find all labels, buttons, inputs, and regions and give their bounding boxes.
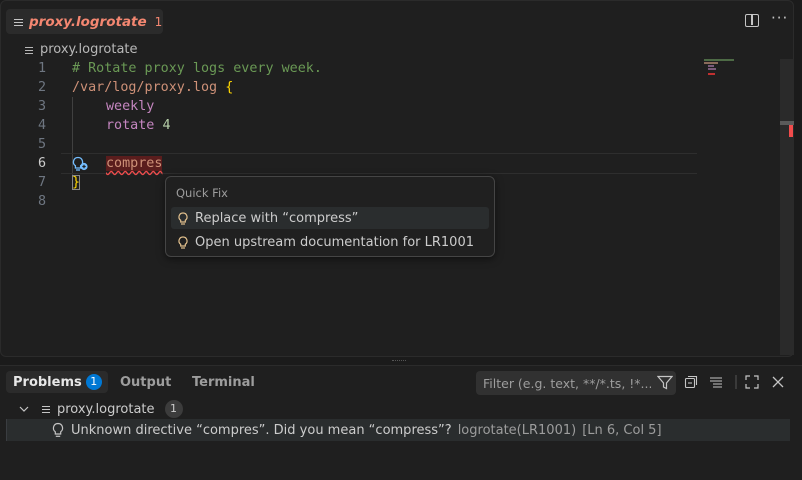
line-number: 8	[37, 194, 46, 209]
panel-divider	[735, 375, 737, 389]
line-number: 1	[37, 61, 46, 76]
problem-location: [Ln 6, Col 5]	[582, 422, 662, 438]
problems-badge: 1	[85, 374, 102, 390]
scrollbar-error-marker	[789, 125, 793, 137]
file-lines-icon	[14, 17, 23, 27]
code-line[interactable]: 2 /var/log/proxy.log {	[1, 78, 701, 97]
keyword-token: rotate	[106, 118, 155, 133]
line-number: 6	[37, 156, 46, 171]
problem-item[interactable]: Unknown directive “compres”. Did you mea…	[6, 419, 790, 441]
quick-fix-label: Replace with “compress”	[195, 210, 359, 226]
lightbulb-icon	[178, 211, 188, 225]
lightbulb-icon	[178, 235, 188, 249]
problem-message: Unknown directive “compres”. Did you mea…	[71, 422, 452, 438]
problems-file-count: 1	[164, 400, 183, 418]
quick-fix-title: Quick Fix	[176, 186, 228, 200]
quick-fix-menu: Quick Fix Replace with “compress” Open u…	[165, 176, 495, 257]
lightbulb-icon	[52, 422, 64, 437]
vertical-scrollbar[interactable]	[780, 59, 794, 355]
brace-token: }	[72, 175, 81, 190]
number-token: 4	[162, 118, 171, 133]
tab-terminal[interactable]: Terminal	[192, 371, 255, 393]
comment-token: # Rotate proxy logs every week.	[72, 61, 322, 76]
brace-token: {	[225, 80, 234, 95]
file-lines-icon	[25, 45, 33, 55]
breadcrumb[interactable]: proxy.logrotate	[25, 42, 138, 57]
close-panel-icon[interactable]	[771, 375, 785, 389]
line-number: 3	[37, 99, 46, 114]
line-number: 7	[37, 175, 46, 190]
minimap[interactable]	[704, 59, 744, 79]
breadcrumb-file[interactable]: proxy.logrotate	[40, 42, 138, 57]
problems-file-name: proxy.logrotate	[57, 401, 155, 417]
split-editor-icon[interactable]	[745, 14, 759, 27]
problems-file-row[interactable]: proxy.logrotate 1	[0, 398, 802, 420]
tab-output[interactable]: Output	[120, 371, 171, 393]
quick-fix-open-docs[interactable]: Open upstream documentation for LR1001	[171, 231, 489, 253]
bottom-panel: Problems 1 Output Terminal proxy.logrota…	[0, 365, 802, 480]
lightbulb-autofix-icon[interactable]	[72, 156, 90, 172]
keyword-token: weekly	[106, 99, 155, 114]
tab-label: Problems	[13, 374, 82, 390]
filter-icon[interactable]	[657, 375, 673, 390]
code-line-current[interactable]: 6 compres	[1, 153, 701, 174]
filter-input[interactable]	[483, 375, 651, 391]
code-line[interactable]: 1 # Rotate proxy logs every week.	[1, 59, 701, 78]
code-line[interactable]: 3 weekly	[1, 97, 701, 116]
tab-title: proxy.logrotate	[29, 13, 147, 30]
line-number: 4	[37, 118, 46, 133]
panel-resize-sash[interactable]	[392, 360, 406, 362]
problem-source: logrotate(LR1001)	[457, 422, 577, 438]
file-lines-icon	[42, 404, 50, 414]
maximize-panel-icon[interactable]	[745, 375, 759, 389]
collapse-all-icon[interactable]	[684, 375, 698, 389]
code-line[interactable]: 5	[1, 135, 701, 154]
code-line[interactable]: 4 rotate 4	[1, 116, 701, 135]
more-actions-icon[interactable]: ···	[771, 9, 788, 27]
quick-fix-label: Open upstream documentation for LR1001	[195, 234, 474, 250]
line-number: 5	[37, 137, 46, 152]
path-token: /var/log/proxy.log	[72, 80, 226, 95]
tab-problems[interactable]: Problems 1	[6, 371, 108, 393]
view-as-tree-icon[interactable]	[709, 375, 723, 389]
problems-filter[interactable]	[476, 371, 676, 395]
quick-fix-replace[interactable]: Replace with “compress”	[171, 207, 489, 229]
editor-tab[interactable]: proxy.logrotate 1	[6, 9, 163, 34]
tab-problem-count: 1	[154, 14, 163, 29]
chevron-down-icon[interactable]	[19, 405, 29, 413]
tab-label: Output	[120, 374, 172, 390]
error-token: compres	[106, 156, 163, 171]
tab-label: Terminal	[192, 374, 255, 390]
line-number: 2	[37, 80, 46, 95]
editor-pane: proxy.logrotate 1 ··· proxy.logrotate 1 …	[0, 0, 794, 357]
